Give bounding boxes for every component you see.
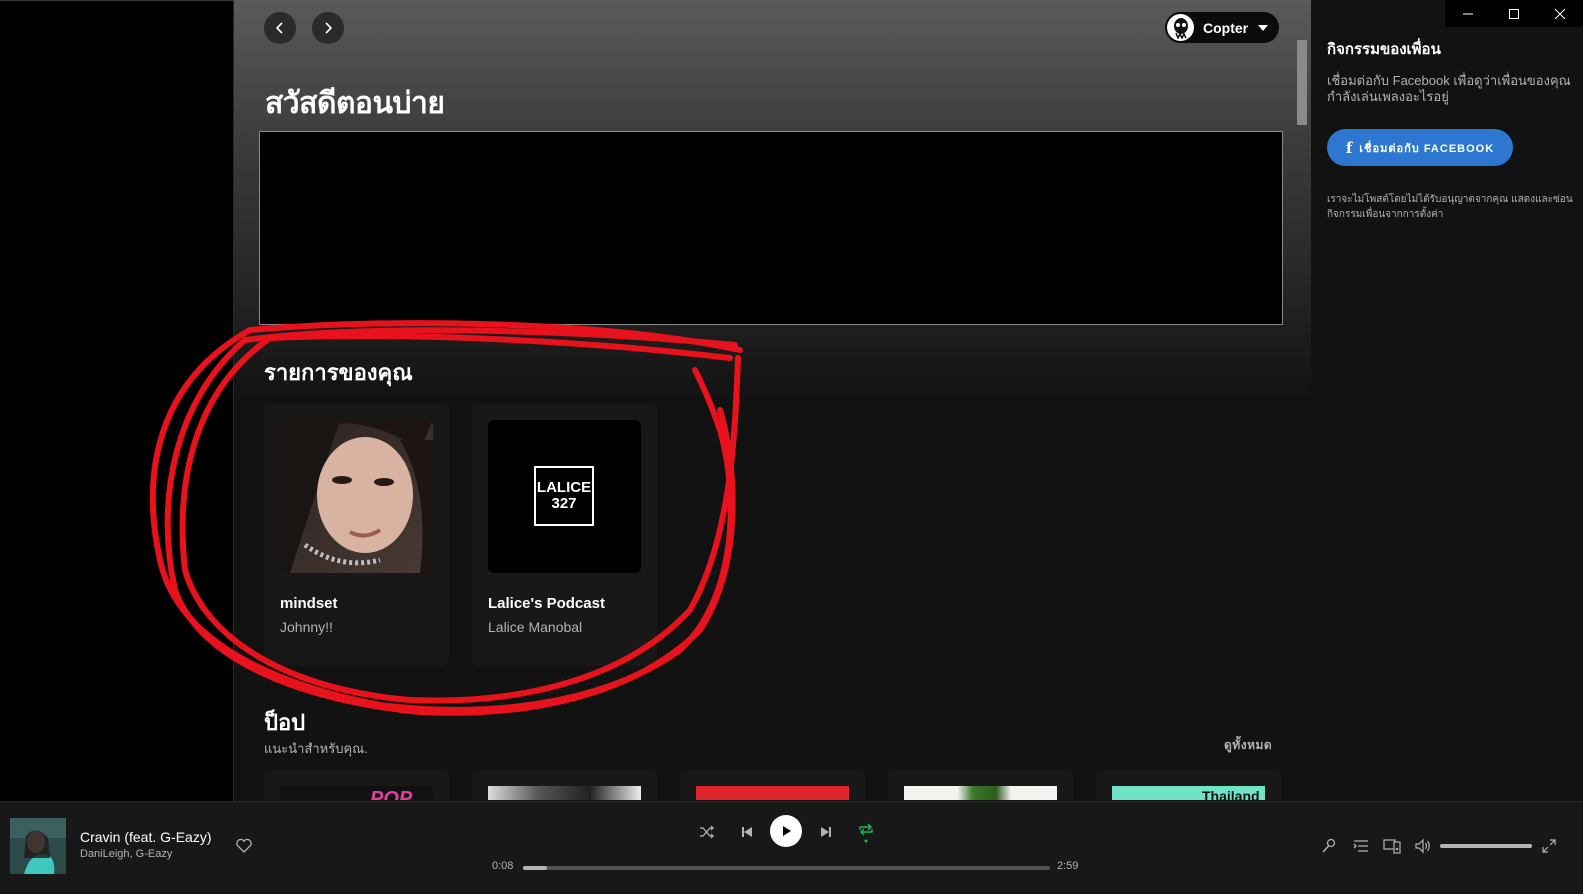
friend-activity-panel: กิจกรรมของเพื่อน เชื่อมต่อกับ Facebook เ…	[1311, 0, 1583, 800]
spotify-app: Copter สวัสดีตอนบ่าย รายการของคุณ mindse…	[0, 0, 1583, 894]
now-playing-bar: Cravin (feat. G-Eazy) DaniLeigh, G-Eazy	[0, 801, 1583, 894]
lyrics-mic-icon[interactable]	[1320, 837, 1338, 855]
logo-text: LALICE	[536, 479, 592, 496]
previous-button[interactable]	[737, 822, 757, 842]
volume-fill	[1440, 844, 1532, 848]
progress-fill	[523, 866, 547, 870]
pop-card-4[interactable]	[888, 770, 1073, 800]
repeat-icon	[859, 823, 873, 843]
total-time: 2:59	[1057, 860, 1079, 872]
main-scrollbar[interactable]	[1297, 40, 1307, 125]
connect-device-icon[interactable]	[1383, 837, 1401, 855]
next-button[interactable]	[816, 822, 836, 842]
main-view: Copter สวัสดีตอนบ่าย รายการของคุณ mindse…	[234, 0, 1311, 800]
page-title: สวัสดีตอนบ่าย	[265, 87, 445, 120]
queue-icon[interactable]	[1352, 837, 1370, 855]
pop-card-cover	[904, 786, 1057, 800]
volume-slider[interactable]	[1440, 844, 1532, 848]
play-icon	[783, 826, 791, 836]
elapsed-time: 0:08	[492, 860, 514, 872]
caret-down-icon	[1258, 24, 1269, 31]
pop-card-cover	[696, 786, 849, 800]
user-menu-button[interactable]: Copter	[1165, 12, 1279, 43]
playlist-cover	[280, 420, 433, 573]
playlist-card-mindset[interactable]: mindset Johnny!!	[264, 404, 449, 666]
pop-card-cover	[488, 786, 641, 800]
section-title-pop: ป็อป	[264, 710, 306, 735]
window-controls	[1445, 0, 1583, 27]
podcast-card-lalice[interactable]: LALICE 327 Lalice's Podcast Lalice Manob…	[472, 404, 657, 666]
back-button[interactable]	[264, 12, 296, 44]
card-subtitle: Johnny!!	[280, 619, 333, 635]
see-all-link[interactable]: ดูทั้งหมด	[1224, 736, 1272, 755]
pop-card-cover: Thailand	[1112, 786, 1265, 800]
connect-facebook-label: เชื่อมต่อกับ FACEBOOK	[1359, 142, 1495, 155]
shuffle-icon	[700, 825, 714, 839]
skip-back-icon	[742, 827, 752, 837]
fullscreen-icon[interactable]	[1540, 837, 1558, 855]
heart-icon[interactable]	[235, 837, 253, 855]
ghost-avatar-icon	[1173, 17, 1188, 39]
progress-bar[interactable]	[523, 866, 1050, 870]
minimize-icon	[1463, 13, 1473, 14]
user-name: Copter	[1203, 19, 1249, 36]
track-artist[interactable]: DaniLeigh, G-Eazy	[80, 848, 172, 860]
forward-button[interactable]	[312, 12, 344, 44]
volume-icon[interactable]	[1414, 837, 1432, 855]
pop-card-3[interactable]	[680, 770, 865, 800]
close-icon	[1555, 8, 1565, 19]
podcast-logo: LALICE 327	[534, 466, 594, 526]
play-button[interactable]	[770, 815, 802, 847]
repeat-button[interactable]	[856, 822, 876, 843]
friend-activity-description: เชื่อมต่อกับ Facebook เพื่อดูว่าเพื่อนขอ…	[1327, 73, 1571, 104]
pop-card-cover: POP	[280, 786, 433, 800]
maximize-button[interactable]	[1491, 0, 1537, 27]
avatar	[1167, 14, 1194, 41]
shuffle-button[interactable]	[697, 822, 717, 842]
skip-forward-icon	[821, 827, 831, 837]
left-sidebar	[0, 0, 234, 801]
logo-number: 327	[551, 495, 577, 512]
connect-facebook-button[interactable]: f เชื่อมต่อกับ FACEBOOK	[1327, 129, 1513, 166]
section-subtitle: แนะนำสำหรับคุณ.	[264, 741, 368, 756]
chevron-left-icon	[275, 22, 283, 34]
maximize-icon	[1509, 8, 1519, 19]
facebook-icon: f	[1345, 138, 1354, 157]
promo-banner	[259, 131, 1283, 325]
friend-activity-note: เราจะไม่โพสต์โดยไม่ได้รับอนุญาตจากคุณ แส…	[1327, 194, 1573, 220]
minimize-button[interactable]	[1445, 0, 1491, 27]
track-title[interactable]: Cravin (feat. G-Eazy)	[80, 829, 211, 845]
section-title-your-items: รายการของคุณ	[264, 360, 413, 385]
podcast-cover: LALICE 327	[488, 420, 641, 573]
pop-card-1[interactable]: POP	[264, 770, 449, 800]
chevron-right-icon	[325, 22, 333, 34]
close-button[interactable]	[1537, 0, 1583, 27]
now-playing-cover[interactable]	[10, 818, 66, 874]
pop-card-5[interactable]: Thailand	[1096, 770, 1281, 800]
card-subtitle: Lalice Manobal	[488, 619, 583, 635]
card-title: mindset	[280, 595, 338, 612]
friend-activity-title: กิจกรรมของเพื่อน	[1327, 41, 1441, 58]
card-title: Lalice's Podcast	[488, 595, 605, 612]
pop-card-2[interactable]	[472, 770, 657, 800]
